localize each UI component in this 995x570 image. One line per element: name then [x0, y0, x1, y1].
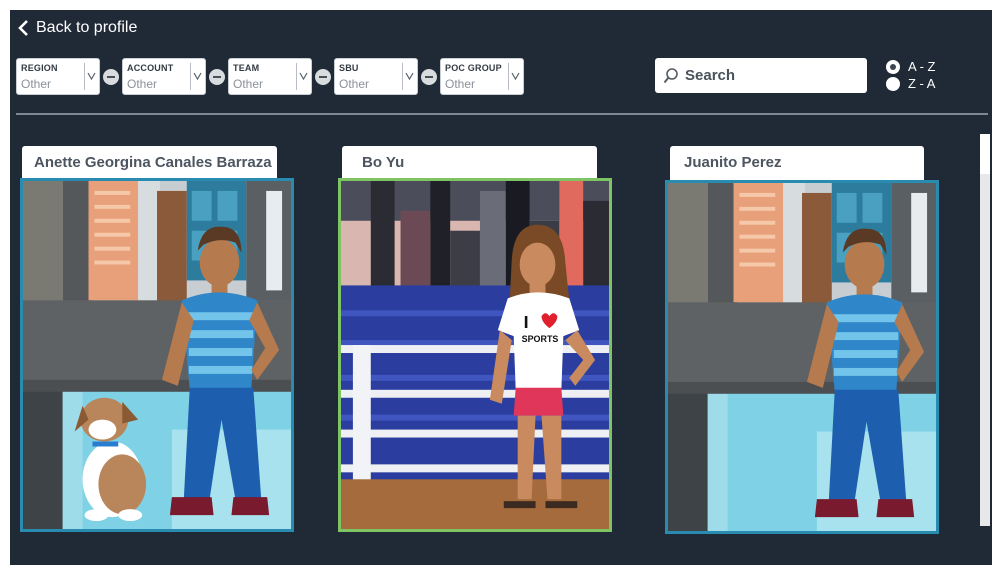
avatar-scene-image: [665, 180, 939, 534]
sort-option-label: A - Z: [908, 59, 936, 74]
filter-value: Other: [445, 77, 476, 91]
filter-team-select[interactable]: TEAM Other: [228, 58, 312, 95]
filter-separator: [508, 63, 509, 90]
chevron-down-icon: [193, 72, 202, 81]
search-icon: [663, 67, 678, 83]
back-label: Back to profile: [36, 19, 138, 36]
search-box[interactable]: [655, 58, 867, 93]
team-browser: Back to profile REGION Other ACCOUNT Oth…: [10, 10, 992, 565]
filter-label: SBU: [339, 63, 359, 73]
sort-a-z-radio[interactable]: A - Z: [886, 58, 935, 75]
filter-label: REGION: [21, 63, 58, 73]
avatar-scene-image: I SPORTS: [338, 178, 612, 532]
search-input[interactable]: [685, 67, 855, 84]
filter-separator: [190, 63, 191, 90]
divider: [16, 113, 988, 115]
remove-filter-button[interactable]: [315, 68, 331, 85]
filter-separator: [296, 63, 297, 90]
avatar-scene-image: [20, 178, 294, 532]
member-name: Juanito Perez: [670, 146, 924, 180]
sort-option-label: Z - A: [908, 76, 936, 91]
sort-options: A - Z Z - A: [886, 58, 935, 92]
radio-selected-icon: [886, 59, 900, 74]
filter-region-select[interactable]: REGION Other: [16, 58, 100, 95]
remove-filter-button[interactable]: [421, 68, 437, 85]
chevron-down-icon: [299, 72, 308, 81]
filter-value: Other: [339, 77, 370, 91]
member-name: Anette Georgina Canales Barraza: [22, 146, 277, 180]
filter-label: ACCOUNT: [127, 63, 174, 73]
radio-unselected-icon: [886, 76, 900, 91]
vertical-scrollbar[interactable]: [980, 134, 990, 526]
sort-z-a-radio[interactable]: Z - A: [886, 75, 935, 92]
svg-text:SPORTS: SPORTS: [522, 334, 559, 344]
filter-value: Other: [127, 77, 158, 91]
filter-bar: REGION Other ACCOUNT Other TEAM Other SB…: [16, 58, 524, 95]
chevron-down-icon: [511, 72, 520, 81]
chevron-left-icon: [18, 20, 28, 36]
back-to-profile-link[interactable]: Back to profile: [18, 16, 137, 40]
chevron-down-icon: [405, 72, 414, 81]
filter-separator: [84, 63, 85, 90]
filter-label: POC GROUP: [445, 63, 502, 73]
scrollbar-thumb[interactable]: [980, 134, 990, 174]
member-name: Bo Yu: [342, 146, 597, 180]
chevron-down-icon: [87, 72, 96, 81]
filter-value: Other: [233, 77, 264, 91]
filter-value: Other: [21, 77, 52, 91]
filter-poc-group-select[interactable]: POC GROUP Other: [440, 58, 524, 95]
filter-label: TEAM: [233, 63, 260, 73]
svg-text:I: I: [524, 312, 529, 332]
filter-separator: [402, 63, 403, 90]
remove-filter-button[interactable]: [103, 68, 119, 85]
filter-sbu-select[interactable]: SBU Other: [334, 58, 418, 95]
remove-filter-button[interactable]: [209, 68, 225, 85]
filter-account-select[interactable]: ACCOUNT Other: [122, 58, 206, 95]
